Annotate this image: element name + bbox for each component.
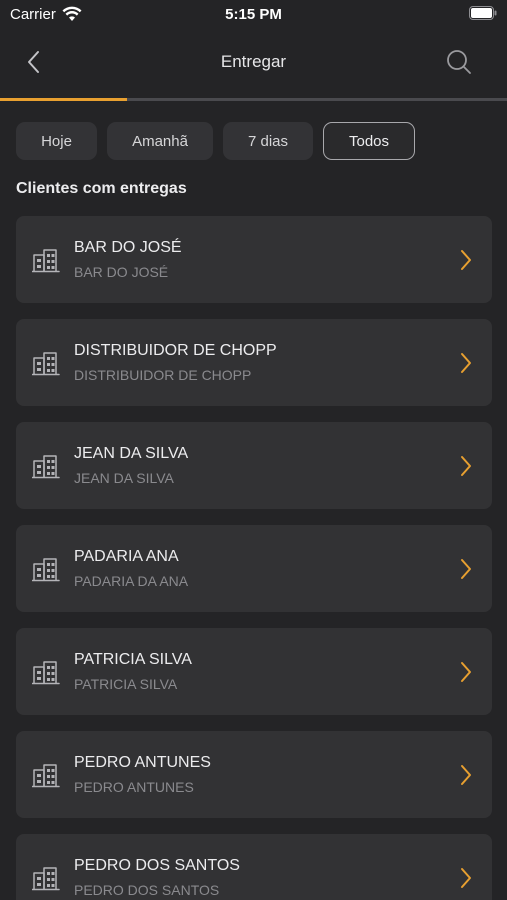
filter-chip-label: Todos bbox=[348, 132, 390, 150]
chevron-right-icon bbox=[460, 352, 472, 374]
filter-chip-label: Hoje bbox=[41, 132, 72, 150]
building-icon bbox=[31, 865, 60, 891]
chevron-right-icon bbox=[460, 764, 472, 786]
building-icon bbox=[31, 556, 60, 582]
building-icon bbox=[31, 350, 60, 376]
chevron-right-icon bbox=[460, 249, 472, 271]
filter-chip-7-dias[interactable]: 7 dias bbox=[223, 122, 313, 160]
chevron-right-icon bbox=[460, 455, 472, 477]
status-time: 5:15 PM bbox=[225, 6, 282, 23]
client-subtitle: PEDRO DOS SANTOS bbox=[74, 882, 220, 898]
client-subtitle: PATRICIA SILVA bbox=[74, 676, 178, 692]
status-bar: Carrier 5:15 PM bbox=[0, 0, 507, 30]
client-card[interactable]: PEDRO DOS SANTOS PEDRO DOS SANTOS bbox=[16, 834, 492, 900]
section-title: Clientes com entregas bbox=[16, 180, 187, 197]
client-list: BAR DO JOSÉ BAR DO JOSÉ DISTRIBUIDOR DE … bbox=[16, 216, 492, 900]
filter-chip-label: 7 dias bbox=[247, 132, 289, 150]
filter-chip-label: Amanhã bbox=[132, 132, 188, 150]
search-button[interactable] bbox=[445, 48, 473, 76]
search-icon bbox=[447, 50, 471, 74]
client-subtitle: DISTRIBUIDOR DE CHOPP bbox=[74, 367, 252, 383]
client-card[interactable]: PADARIA ANA PADARIA DA ANA bbox=[16, 525, 492, 612]
client-card[interactable]: JEAN DA SILVA JEAN DA SILVA bbox=[16, 422, 492, 509]
client-subtitle: PEDRO ANTUNES bbox=[74, 779, 194, 795]
chevron-right-icon bbox=[460, 867, 472, 889]
nav-bar: Entregar bbox=[0, 30, 507, 94]
client-name: BAR DO JOSÉ bbox=[74, 239, 182, 256]
client-name: JEAN DA SILVA bbox=[74, 445, 189, 462]
client-card[interactable]: DISTRIBUIDOR DE CHOPP DISTRIBUIDOR DE CH… bbox=[16, 319, 492, 406]
client-card[interactable]: BAR DO JOSÉ BAR DO JOSÉ bbox=[16, 216, 492, 303]
back-button[interactable] bbox=[20, 46, 50, 78]
building-icon bbox=[31, 453, 60, 479]
client-subtitle: BAR DO JOSÉ bbox=[74, 264, 169, 280]
client-name: PADARIA ANA bbox=[74, 548, 179, 565]
date-filter-group: Hoje Amanhã 7 dias Todos bbox=[16, 122, 491, 162]
progress-fill bbox=[0, 98, 127, 101]
filter-chip-hoje[interactable]: Hoje bbox=[16, 122, 97, 160]
page-title: Entregar bbox=[220, 52, 287, 71]
building-icon bbox=[31, 659, 60, 685]
client-subtitle: PADARIA DA ANA bbox=[74, 573, 189, 589]
client-subtitle: JEAN DA SILVA bbox=[74, 470, 174, 486]
battery-icon bbox=[469, 6, 497, 25]
progress-track bbox=[0, 98, 507, 101]
filter-chip-amanha[interactable]: Amanhã bbox=[107, 122, 213, 160]
building-icon bbox=[31, 247, 60, 273]
chevron-right-icon bbox=[460, 661, 472, 683]
client-name: PEDRO DOS SANTOS bbox=[74, 857, 240, 874]
building-icon bbox=[31, 762, 60, 788]
client-card[interactable]: PEDRO ANTUNES PEDRO ANTUNES bbox=[16, 731, 492, 818]
chevron-right-icon bbox=[460, 558, 472, 580]
client-name: PATRICIA SILVA bbox=[74, 651, 192, 668]
client-name: PEDRO ANTUNES bbox=[74, 754, 211, 771]
client-name: DISTRIBUIDOR DE CHOPP bbox=[74, 342, 277, 359]
filter-chip-todos[interactable]: Todos bbox=[323, 122, 415, 160]
chevron-left-icon bbox=[28, 51, 39, 73]
client-card[interactable]: PATRICIA SILVA PATRICIA SILVA bbox=[16, 628, 492, 715]
